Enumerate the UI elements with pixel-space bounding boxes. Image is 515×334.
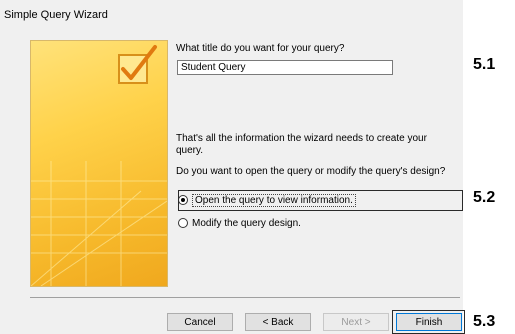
modify-design-label[interactable]: Modify the query design. bbox=[192, 218, 301, 229]
wizard-banner bbox=[30, 40, 168, 287]
annotation-label-5-2: 5.2 bbox=[473, 189, 496, 206]
window-title: Simple Query Wizard bbox=[4, 9, 108, 21]
next-button[interactable]: Next > bbox=[323, 313, 389, 331]
annotation-label-5-3: 5.3 bbox=[473, 313, 496, 330]
back-button[interactable]: < Back bbox=[245, 313, 311, 331]
annotation-label-5-1: 5.1 bbox=[473, 56, 496, 73]
open-question: Do you want to open the query or modify … bbox=[176, 166, 446, 177]
query-title-input[interactable] bbox=[177, 60, 393, 75]
banner-graphic bbox=[31, 45, 167, 286]
query-wizard-dialog: Simple Query Wizard What title do you wa… bbox=[0, 0, 463, 334]
button-separator bbox=[30, 297, 460, 298]
modify-design-option[interactable]: Modify the query design. bbox=[178, 216, 301, 230]
cancel-button[interactable]: Cancel bbox=[167, 313, 233, 331]
checkmark-icon bbox=[118, 45, 157, 84]
title-question: What title do you want for your query? bbox=[176, 43, 345, 54]
modify-design-radio[interactable] bbox=[178, 218, 188, 228]
info-text: That's all the information the wizard ne… bbox=[176, 133, 427, 156]
annotation-frame-finish bbox=[392, 310, 465, 334]
annotation-frame-options bbox=[178, 190, 463, 211]
